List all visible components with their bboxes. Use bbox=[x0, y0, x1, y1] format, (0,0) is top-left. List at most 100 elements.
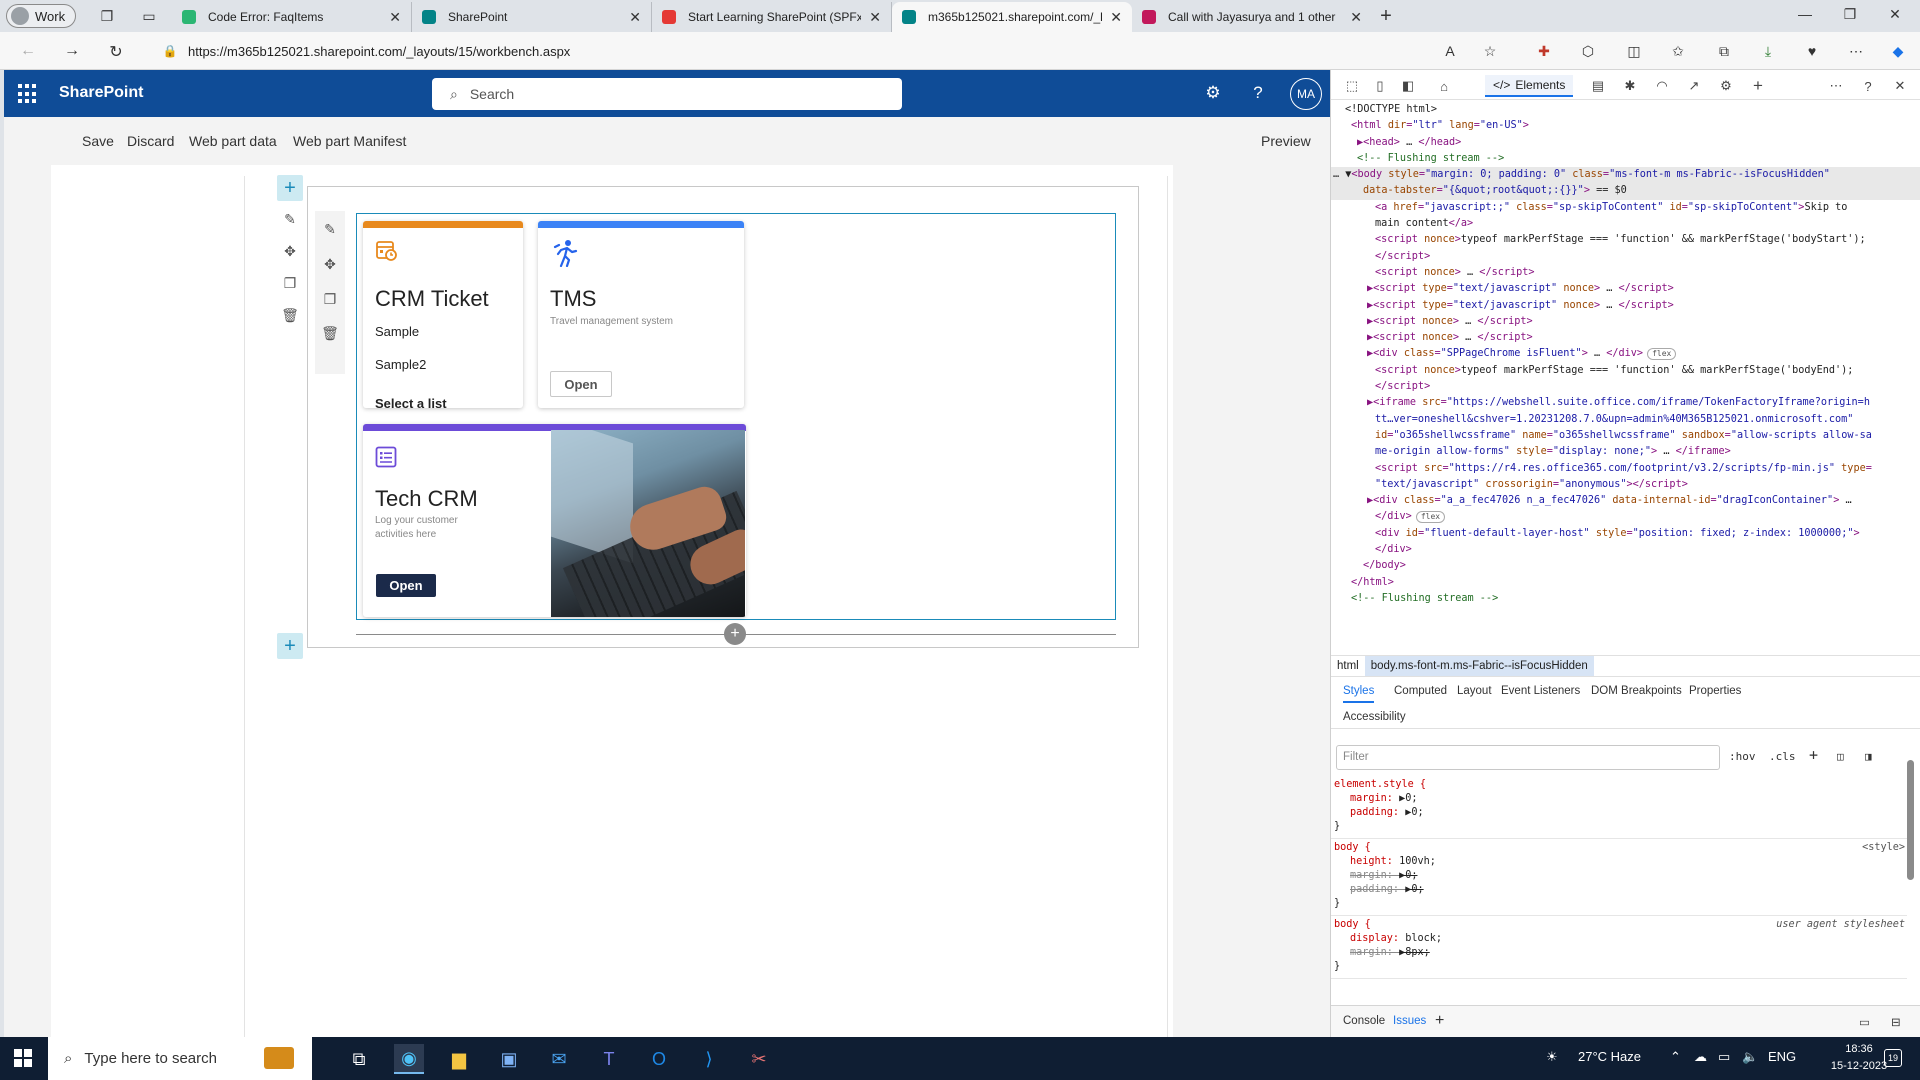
element-state-icon[interactable]: ◫ bbox=[1837, 750, 1844, 763]
tab-properties[interactable]: Properties bbox=[1689, 685, 1741, 697]
css-property[interactable]: display: block; bbox=[1334, 932, 1903, 946]
styles-filter-input[interactable]: Filter bbox=[1336, 745, 1720, 770]
outlook-icon[interactable]: O bbox=[644, 1044, 674, 1074]
dom-node-line[interactable]: </script> bbox=[1331, 379, 1920, 395]
dock-drawer-icon[interactable]: ▭ bbox=[1859, 1015, 1870, 1029]
dom-node-line[interactable]: <script nonce> … </script> bbox=[1331, 265, 1920, 281]
web-part-data-button[interactable]: Web part data bbox=[189, 133, 277, 149]
extension-icon[interactable]: ✚ bbox=[1534, 41, 1554, 61]
select-list-link[interactable]: Select a list bbox=[375, 396, 447, 408]
close-devtools-icon[interactable]: ✕ bbox=[1891, 77, 1909, 95]
css-property[interactable]: height: 100vh; bbox=[1334, 855, 1903, 869]
settings-more-icon[interactable]: ⋯ bbox=[1846, 41, 1866, 61]
dom-node-line[interactable]: ▶<iframe src="https://webshell.suite.off… bbox=[1331, 395, 1920, 411]
dom-node-line[interactable]: … ▼<body style="margin: 0; padding: 0" c… bbox=[1331, 167, 1920, 184]
task-view-icon[interactable]: ⧉ bbox=[344, 1044, 374, 1074]
performance-icon[interactable]: ↗ bbox=[1685, 77, 1703, 95]
duplicate-section-icon[interactable]: ❐ bbox=[279, 272, 301, 294]
duplicate-webpart-icon[interactable]: ❐ bbox=[319, 288, 341, 310]
css-selector[interactable]: body { bbox=[1334, 842, 1371, 853]
dom-node-line[interactable]: <div id="fluent-default-layer-host" styl… bbox=[1331, 526, 1920, 542]
favorite-star-icon[interactable]: ☆ bbox=[1480, 41, 1500, 61]
help-icon[interactable]: ? bbox=[1859, 77, 1877, 95]
mail-icon[interactable]: ✉ bbox=[544, 1044, 574, 1074]
dom-node-line[interactable]: ▶<script nonce> … </script> bbox=[1331, 330, 1920, 346]
snipping-tool-icon[interactable]: ✂ bbox=[744, 1044, 774, 1074]
tms-card[interactable]: TMS Travel management system Open bbox=[538, 221, 744, 408]
move-section-icon[interactable]: ✥ bbox=[279, 240, 301, 262]
teams-icon[interactable]: T bbox=[594, 1044, 624, 1074]
tab-elements[interactable]: </> Elements bbox=[1485, 75, 1574, 97]
dock-side-icon[interactable]: ◧ bbox=[1399, 77, 1417, 95]
settings-gear-icon[interactable]: ⚙ bbox=[1717, 77, 1735, 95]
dom-node-line[interactable]: </script> bbox=[1331, 249, 1920, 265]
help-icon[interactable]: ? bbox=[1247, 82, 1269, 104]
discard-button[interactable]: Discard bbox=[127, 133, 174, 149]
notification-center-icon[interactable]: 19 bbox=[1884, 1049, 1902, 1067]
computed-sidebar-icon[interactable]: ◨ bbox=[1865, 750, 1872, 763]
tab-actions-icon[interactable]: ▭ bbox=[140, 7, 158, 25]
tech-crm-card[interactable]: Tech CRM Log your customer activities he… bbox=[363, 424, 746, 617]
sp-search-box[interactable]: ⌕ Search bbox=[432, 78, 902, 110]
web-part-manifest-button[interactable]: Web part Manifest bbox=[293, 133, 406, 149]
split-screen-icon[interactable]: ◫ bbox=[1624, 41, 1644, 61]
restore-icon[interactable]: ❐ bbox=[1840, 6, 1860, 23]
taskbar-search-box[interactable]: ⌕ Type here to search bbox=[48, 1037, 312, 1080]
onedrive-icon[interactable]: ☁ bbox=[1694, 1049, 1707, 1065]
tab-code-error[interactable]: Code Error: FaqItems ✕ bbox=[172, 2, 412, 32]
dom-node-line[interactable]: data-tabster="{&quot;root&quot;:{}}"> ==… bbox=[1331, 183, 1920, 200]
dom-node-line[interactable]: <!-- Flushing stream --> bbox=[1331, 591, 1920, 607]
dom-node-line[interactable]: <!DOCTYPE html> bbox=[1331, 102, 1920, 118]
new-tab-icon[interactable]: + bbox=[1377, 5, 1395, 27]
dom-node-line[interactable]: ▶<div class="SPPageChrome isFluent"> … <… bbox=[1331, 346, 1920, 362]
dom-tree[interactable]: <!DOCTYPE html> <html dir="ltr" lang="en-… bbox=[1331, 102, 1920, 607]
dom-node-line[interactable]: main content</a> bbox=[1331, 216, 1920, 232]
app-launcher-icon[interactable] bbox=[18, 84, 38, 104]
breadcrumb-item-html[interactable]: html bbox=[1331, 660, 1365, 672]
css-property[interactable]: margin: ▶0; bbox=[1334, 869, 1903, 883]
css-selector[interactable]: body { bbox=[1334, 919, 1371, 930]
bug-icon[interactable]: ✱ bbox=[1621, 77, 1639, 95]
add-section-bottom-button[interactable]: + bbox=[277, 633, 303, 659]
css-property[interactable]: margin: ▶0; bbox=[1334, 792, 1903, 806]
tab-teams-call[interactable]: Call with Jayasurya and 1 other ✕ bbox=[1132, 2, 1372, 32]
close-tab-icon[interactable]: ✕ bbox=[389, 9, 401, 26]
workspaces-icon[interactable]: ❐ bbox=[98, 7, 116, 25]
network-wifi-icon[interactable]: ◠ bbox=[1653, 77, 1671, 95]
sharepoint-brand[interactable]: SharePoint bbox=[59, 84, 143, 102]
dom-node-line[interactable]: tt…ver=oneshell&cshver=1.20231208.7.0&up… bbox=[1331, 412, 1920, 428]
tab-computed[interactable]: Computed bbox=[1394, 685, 1447, 697]
css-rule-source[interactable]: <style> bbox=[1862, 841, 1905, 855]
dom-node-line[interactable]: </div> bbox=[1331, 542, 1920, 558]
move-webpart-icon[interactable]: ✥ bbox=[319, 253, 341, 275]
tms-open-button[interactable]: Open bbox=[550, 371, 612, 397]
avatar[interactable]: MA bbox=[1290, 78, 1322, 110]
new-rule-plus-icon[interactable]: + bbox=[1809, 746, 1818, 764]
delete-section-icon[interactable]: 🗑 bbox=[279, 304, 301, 326]
dom-node-line[interactable]: <!-- Flushing stream --> bbox=[1331, 151, 1920, 167]
dom-node-line[interactable]: </html> bbox=[1331, 575, 1920, 591]
extensions-puzzle-icon[interactable]: ⬡ bbox=[1578, 41, 1598, 61]
close-tab-icon[interactable]: ✕ bbox=[629, 9, 641, 26]
list-item[interactable]: Sample bbox=[375, 324, 419, 339]
dom-node-line[interactable]: ▶<div class="a_a_fec47026 n_a_fec47026" … bbox=[1331, 493, 1920, 509]
favorites-icon[interactable]: ✩ bbox=[1668, 41, 1688, 61]
delete-webpart-icon[interactable]: 🗑 bbox=[319, 322, 341, 344]
css-property[interactable]: margin: ▶8px; bbox=[1334, 946, 1903, 960]
lock-icon[interactable]: 🔒 bbox=[160, 44, 180, 58]
dom-node-line[interactable]: </div> flex bbox=[1331, 509, 1920, 525]
language-indicator[interactable]: ENG bbox=[1768, 1049, 1796, 1064]
css-rule[interactable]: body { <style> height: 100vh; margin: ▶0; pa… bbox=[1331, 839, 1907, 916]
dom-node-line[interactable]: ▶<script type="text/javascript" nonce> …… bbox=[1331, 298, 1920, 314]
tab-console[interactable]: Console bbox=[1343, 1015, 1385, 1027]
dom-node-line[interactable]: </body> bbox=[1331, 558, 1920, 574]
tab-youtube[interactable]: Start Learning SharePoint (SPFx) ✕ bbox=[652, 2, 892, 32]
dom-node-line[interactable]: me-origin allow-forms" style="display: n… bbox=[1331, 444, 1920, 460]
file-explorer-icon[interactable]: ▆ bbox=[444, 1044, 474, 1074]
css-property[interactable]: padding: ▶0; bbox=[1334, 883, 1903, 897]
volume-icon[interactable]: 🔈 bbox=[1742, 1049, 1758, 1065]
network-icon[interactable]: ▭ bbox=[1718, 1049, 1730, 1065]
tech-crm-open-button[interactable]: Open bbox=[376, 574, 436, 597]
windows-start-icon[interactable] bbox=[14, 1049, 32, 1067]
save-button[interactable]: Save bbox=[82, 133, 114, 149]
